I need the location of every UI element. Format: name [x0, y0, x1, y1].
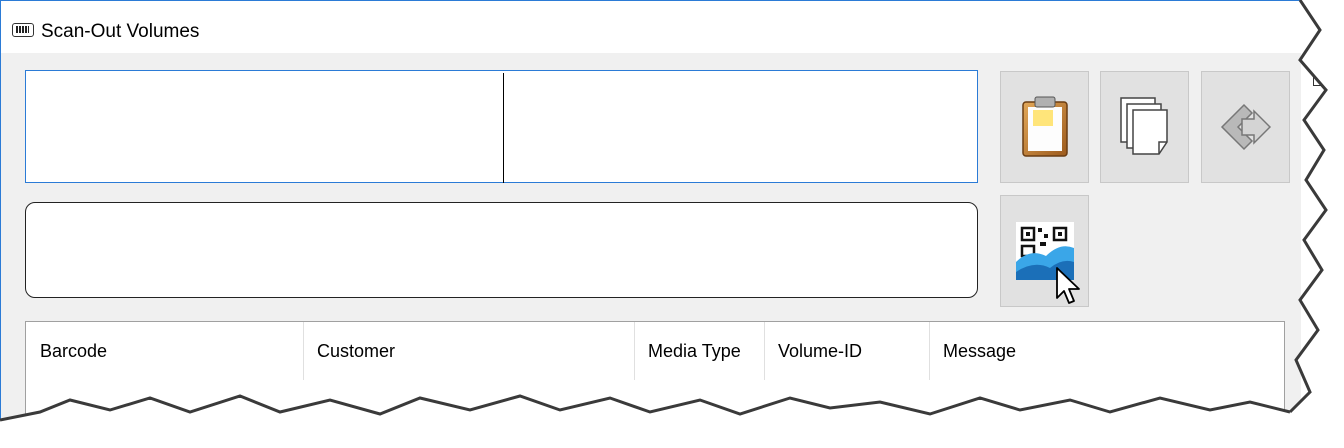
- column-header-barcode[interactable]: Barcode: [26, 322, 303, 380]
- barcode-scanner-icon: [12, 23, 34, 37]
- title-bar: Scan-Out Volumes: [1, 1, 1301, 53]
- column-header-volume-id[interactable]: Volume-ID: [764, 322, 929, 380]
- copy-pages-icon: [1119, 97, 1168, 155]
- window-title: Scan-Out Volumes: [41, 21, 200, 42]
- exit-button[interactable]: [1201, 71, 1290, 183]
- column-header-customer[interactable]: Customer: [303, 322, 634, 380]
- scan-out-volumes-window: Scan-Out Volumes Barcode Customer Media …: [0, 0, 1301, 431]
- input-divider: [503, 73, 504, 183]
- side-edge-icon: [1313, 169, 1325, 181]
- column-header-media-type[interactable]: Media Type: [634, 322, 764, 380]
- scan-input-panel[interactable]: [25, 70, 978, 183]
- volumes-list[interactable]: Barcode Customer Media Type Volume-ID Me…: [25, 321, 1285, 431]
- column-header-message[interactable]: Message: [929, 322, 1279, 380]
- mouse-cursor-icon: [1056, 267, 1080, 304]
- exit-arrow-icon: [1220, 103, 1271, 151]
- list-header: Barcode Customer Media Type Volume-ID Me…: [26, 322, 1284, 380]
- status-message-box: [25, 202, 978, 298]
- copy-button[interactable]: [1100, 71, 1189, 183]
- side-edge-icon: [1313, 74, 1325, 86]
- clipboard-paste-icon: [1021, 96, 1068, 157]
- paste-button[interactable]: [1000, 71, 1089, 183]
